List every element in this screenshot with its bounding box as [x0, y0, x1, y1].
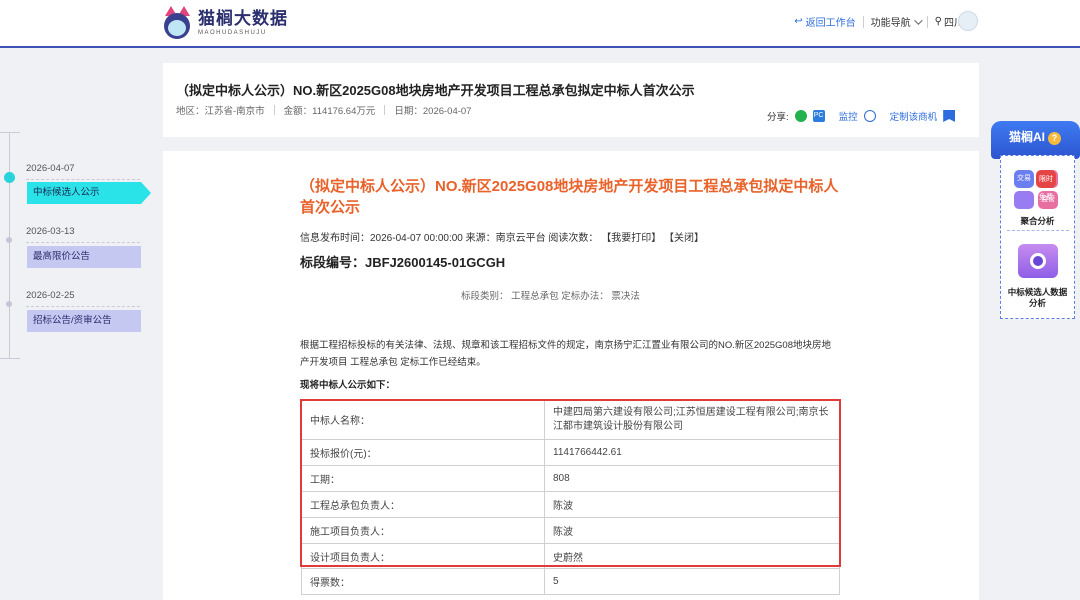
- logo[interactable]: 猫榈大数据 MAOHUDASHUJU: [162, 4, 288, 42]
- table-value: 5: [544, 568, 840, 595]
- trade-tile: 交易: [1014, 170, 1034, 188]
- table-row: 施工项目负责人： 陈波: [301, 517, 840, 544]
- timeline-dash: [26, 242, 140, 243]
- logo-text: 猫榈大数据: [198, 9, 288, 28]
- top-header: 猫榈大数据 MAOHUDASHUJU ↩ 返回工作台 功能导航 ⚲ 四川: [0, 0, 1080, 48]
- subscribe-link[interactable]: 定制该商机: [890, 109, 938, 123]
- notice-content-card: （拟定中标人公示）NO.新区2025G08地块房地产开发项目工程总承包拟定中标人…: [163, 151, 979, 600]
- wechat-icon[interactable]: [794, 110, 807, 122]
- share-row: 分享: PC 监控 定制该商机: [767, 109, 956, 123]
- ai-title: 猫榈AI: [1009, 130, 1046, 144]
- function-nav-dropdown[interactable]: 功能导航: [864, 14, 927, 29]
- timeline-date: 2026-04-07: [26, 163, 75, 174]
- user-avatar[interactable]: [958, 11, 978, 31]
- table-key: 中标人名称：: [301, 399, 545, 440]
- notice-paragraph: 根据工程招标投标的有关法律、法规、规章和该工程招标文件的规定，南京扬宁汇江置业有…: [300, 340, 831, 368]
- cat-logo-icon: [162, 4, 192, 42]
- table-row: 中标人名称： 中建四局第六建设有限公司;江苏恒居建设工程有限公司;南京长江都市建…: [301, 399, 840, 440]
- timeline-tick: [0, 132, 20, 133]
- table-value: 陈波: [544, 517, 840, 544]
- notice-header-card: （拟定中标人公示）NO.新区2025G08地块房地产开发项目工程总承包拟定中标人…: [163, 63, 979, 137]
- table-key: 投标报价(元)：: [301, 439, 545, 466]
- timeline-dot: [6, 301, 12, 307]
- table-key: 得票数：: [301, 568, 545, 595]
- pc-icon[interactable]: PC: [812, 110, 825, 122]
- tile: [1014, 191, 1034, 209]
- table-key: 设计项目负责人：: [301, 543, 545, 569]
- table-value: 中建四局第六建设有限公司;江苏恒居建设工程有限公司;南京长江都市建筑设计股份有限…: [544, 399, 840, 440]
- table-key: 工期：: [301, 465, 545, 492]
- table-row: 得票数： 5: [301, 568, 840, 595]
- table-row: 工程总承包负责人： 陈波: [301, 491, 840, 518]
- timeline-item-candidate-notice[interactable]: 中标候选人公示: [27, 182, 151, 204]
- region-meta: 地区：江苏省-南京市: [176, 106, 265, 117]
- timeline-line: [9, 132, 10, 358]
- section-category: 标段类别： 工程总承包 定标办法： 票决法: [461, 291, 640, 302]
- timeline-dot-active: [4, 172, 15, 183]
- eye-icon[interactable]: [863, 110, 876, 122]
- timeline-dash: [26, 306, 140, 307]
- date-meta: 日期：2026-04-07: [394, 106, 472, 117]
- table-value: 808: [544, 465, 840, 492]
- timeline-dash: [26, 179, 140, 180]
- amount-meta: 金额：114176.64万元: [283, 106, 376, 117]
- candidate-analysis-label[interactable]: 中标候选人数据分析: [1001, 287, 1074, 309]
- table-row: 投标报价(元)： 1141766442.61: [301, 439, 840, 466]
- table-row: 设计项目负责人： 史蔚然: [301, 543, 840, 569]
- table-lead: 现将中标人公示如下：: [300, 380, 396, 391]
- aggregate-analysis-label[interactable]: 聚合分析: [1001, 215, 1074, 227]
- back-to-workbench-link[interactable]: ↩ 返回工作台: [787, 14, 862, 29]
- table-value: 史蔚然: [544, 543, 840, 569]
- winner-table: 中标人名称： 中建四局第六建设有限公司;江苏恒居建设工程有限公司;南京长江都市建…: [301, 399, 840, 595]
- monitor-link[interactable]: 监控: [839, 109, 858, 123]
- timeline-date: 2026-02-25: [26, 290, 75, 301]
- notice-meta: 地区：江苏省-南京市 金额：114176.64万元 日期：2026-04-07: [176, 103, 471, 117]
- divider: [384, 105, 386, 115]
- ai-panel-header[interactable]: 猫榈AI?: [991, 121, 1080, 159]
- notice-title: （拟定中标人公示）NO.新区2025G08地块房地产开发项目工程总承包拟定中标人…: [176, 83, 695, 98]
- ai-panel-body: 交易 监管 限时免费 聚合分析 中标候选人数据分析: [1000, 155, 1075, 319]
- chevron-down-icon: [913, 15, 923, 25]
- content-title: （拟定中标人公示）NO.新区2025G08地块房地产开发项目工程总承包拟定中标人…: [300, 178, 839, 216]
- function-nav-label: 功能导航: [870, 18, 911, 29]
- top-nav: ↩ 返回工作台 功能导航 ⚲ 四川: [787, 14, 980, 29]
- share-label: 分享:: [767, 112, 789, 123]
- logo-subtext: MAOHUDASHUJU: [198, 30, 267, 36]
- table-value: 陈波: [544, 491, 840, 518]
- timeline-item-max-price-notice[interactable]: 最高限价公告: [27, 246, 141, 268]
- timeline-item-tender-notice[interactable]: 招标公告/资审公告: [27, 310, 141, 332]
- timeline-tick: [0, 358, 20, 359]
- free-badge: 限时免费: [1036, 170, 1056, 201]
- back-arrow-icon: ↩: [794, 16, 803, 27]
- aggregate-analysis-icon[interactable]: 交易 监管 限时免费: [1014, 170, 1060, 210]
- help-icon[interactable]: ?: [1048, 132, 1062, 145]
- divider: [273, 105, 275, 115]
- table-value: 1141766442.61: [544, 439, 840, 466]
- timeline-dot: [6, 237, 12, 243]
- bookmark-icon[interactable]: [943, 110, 956, 122]
- table-key: 工程总承包负责人：: [301, 491, 545, 518]
- divider: [1007, 230, 1069, 231]
- section-number: 标段编号：JBFJ2600145-01GCGH: [300, 255, 506, 270]
- ai-panel: 猫榈AI? 交易 监管 限时免费 聚合分析 中标候选人数据分析: [991, 121, 1080, 319]
- back-label: 返回工作台: [805, 18, 856, 29]
- publish-info: 信息发布时间：2026-04-07 00:00:00 来源：南京云平台 阅读次数…: [300, 233, 704, 244]
- table-row: 工期： 808: [301, 465, 840, 492]
- table-key: 施工项目负责人：: [301, 517, 545, 544]
- location-pin-icon: ⚲: [934, 16, 942, 27]
- timeline-date: 2026-03-13: [26, 226, 75, 237]
- candidate-analysis-icon[interactable]: [1018, 244, 1058, 278]
